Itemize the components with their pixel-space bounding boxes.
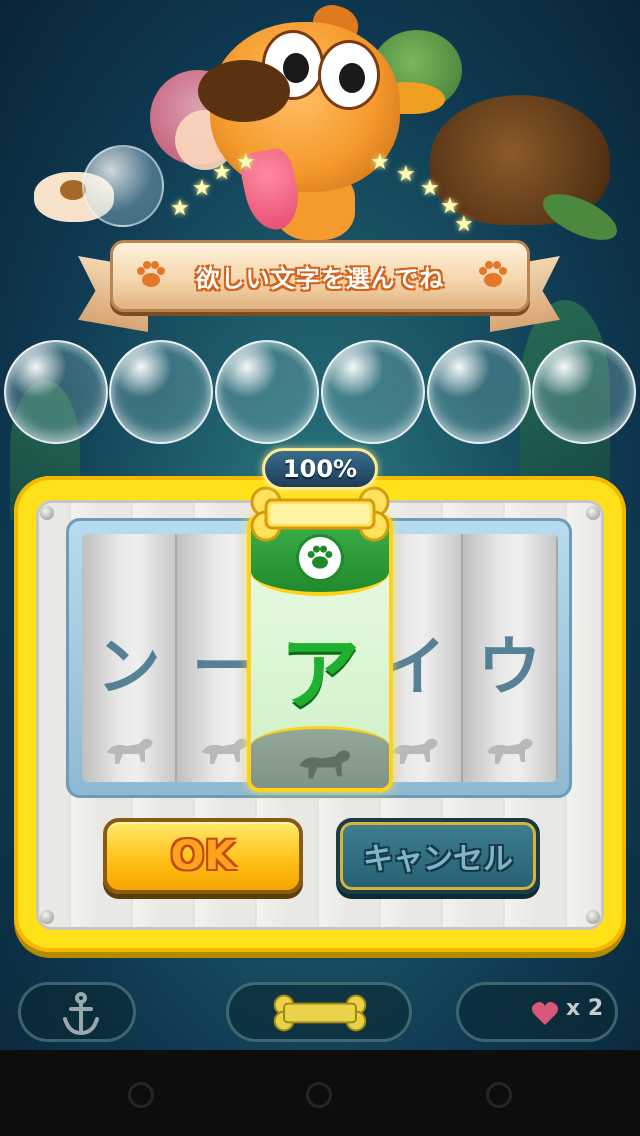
selected-reel-footer bbox=[251, 726, 389, 788]
star-icon: ★ bbox=[212, 160, 232, 185]
instruction-banner: 欲しい文字を選んでね bbox=[110, 240, 530, 312]
percent-text: 100% bbox=[282, 455, 358, 483]
selected-letter: ア bbox=[280, 628, 360, 721]
anchor-icon bbox=[63, 992, 99, 1036]
anchor-item-slot[interactable] bbox=[18, 982, 136, 1042]
star-icon: ★ bbox=[370, 150, 390, 175]
star-icon: ★ bbox=[170, 196, 190, 221]
star-icon: ★ bbox=[192, 176, 212, 201]
cancel-button[interactable]: キャンセル bbox=[336, 818, 540, 894]
reel[interactable]: ン bbox=[82, 534, 178, 782]
game-scene: ★ ★ ★ ★ ★ ★ ★ ★ ★ 欲しい文字を選んでね ン ー イ ウ ア 1… bbox=[0, 0, 640, 1050]
dog-eye-right bbox=[318, 40, 380, 110]
paw-icon bbox=[137, 261, 165, 287]
percent-pill: 100% bbox=[262, 448, 378, 490]
dog-silhouette-icon bbox=[201, 738, 248, 764]
star-icon: ★ bbox=[420, 176, 440, 201]
letter-slot-bubble[interactable] bbox=[532, 340, 636, 444]
paw-icon bbox=[479, 261, 507, 287]
nav-back-button[interactable] bbox=[128, 1082, 154, 1108]
ok-button[interactable]: OK bbox=[103, 818, 303, 894]
selected-reel[interactable]: ア bbox=[247, 514, 393, 792]
dog-nose bbox=[198, 60, 290, 122]
lives-count: x 2 bbox=[566, 996, 604, 1021]
screw bbox=[40, 910, 54, 924]
letter-slots bbox=[0, 340, 640, 448]
letter-slot-bubble[interactable] bbox=[427, 340, 531, 444]
banner-text: 欲しい文字を選んでね bbox=[195, 264, 445, 293]
puppy-bubble bbox=[82, 145, 164, 227]
screw bbox=[40, 506, 54, 520]
dog-silhouette-icon bbox=[487, 738, 533, 764]
reel[interactable]: ウ bbox=[462, 534, 558, 782]
dog-silhouette-icon bbox=[106, 738, 153, 764]
star-icon: ★ bbox=[236, 150, 256, 175]
letter-slot-bubble[interactable] bbox=[321, 340, 425, 444]
star-icon: ★ bbox=[396, 162, 416, 187]
letter-slot-bubble[interactable] bbox=[4, 340, 108, 444]
letter-slot-bubble[interactable] bbox=[109, 340, 213, 444]
bone-icon bbox=[250, 486, 390, 542]
reel-letter: ン bbox=[96, 631, 161, 705]
letter-slot-bubble[interactable] bbox=[215, 340, 319, 444]
dog-silhouette-icon bbox=[299, 750, 351, 779]
reel-letter: ウ bbox=[477, 631, 542, 705]
nav-recent-button[interactable] bbox=[486, 1082, 512, 1108]
dog-silhouette-icon bbox=[392, 738, 438, 764]
bone-percent-badge: 100% bbox=[238, 448, 402, 548]
heart-icon bbox=[531, 1002, 559, 1025]
bone-icon bbox=[273, 994, 367, 1032]
star-icon: ★ bbox=[454, 212, 474, 237]
screw bbox=[586, 506, 600, 520]
nav-home-button[interactable] bbox=[306, 1082, 332, 1108]
system-nav-bar bbox=[0, 1050, 640, 1136]
bone-item-slot[interactable] bbox=[226, 982, 412, 1042]
screw bbox=[586, 910, 600, 924]
